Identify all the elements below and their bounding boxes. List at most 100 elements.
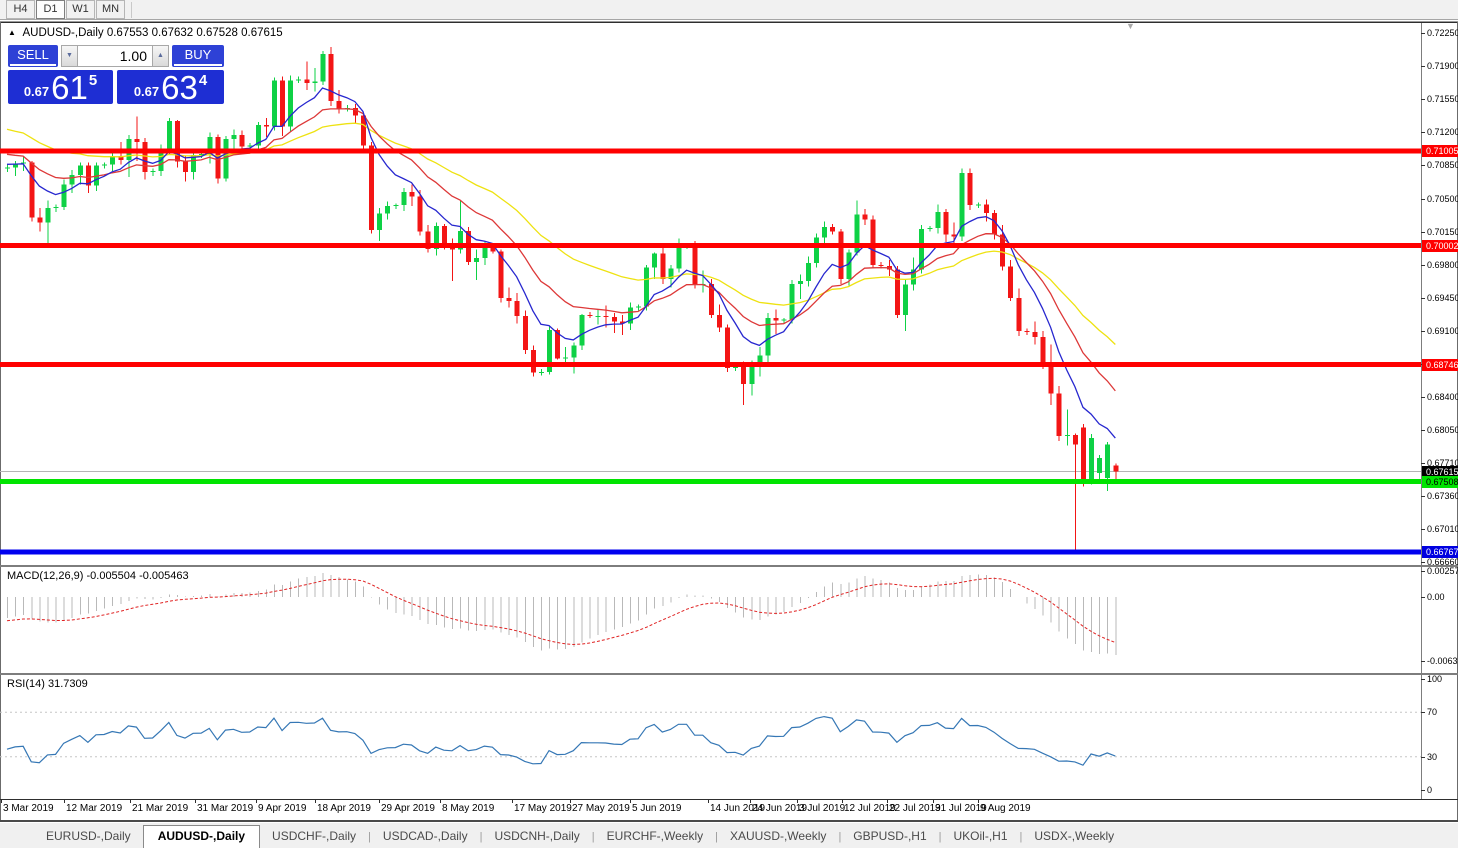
mt4-window: H4 D1 W1 MN ▲ AUDUSD-,Daily 0.67553 0.67632…: [0, 0, 1458, 848]
ma-line: [6, 87, 1116, 439]
price-line-badge: 0.70002: [1422, 239, 1458, 252]
price-axis-tick-label: 0.71550: [1427, 94, 1458, 105]
price-axis-tick: [1421, 597, 1425, 598]
price-axis-tick-label: 0.00: [1427, 592, 1445, 602]
time-axis-tick: [64, 799, 65, 803]
time-axis-tick: [130, 799, 131, 803]
timeframe-button-w1[interactable]: W1: [66, 0, 95, 19]
price-axis-tick: [1421, 790, 1425, 791]
price-axis-tick-label: 0.67360: [1427, 490, 1458, 501]
time-axis-label: 18 Apr 2019: [317, 803, 371, 814]
volume-input[interactable]: [78, 45, 152, 67]
time-axis-tick: [379, 799, 380, 803]
hline-0.68746[interactable]: [0, 362, 1421, 368]
buy-price-main: 63: [161, 69, 198, 106]
sell-price-main: 61: [51, 69, 88, 106]
chart-symbol-label: AUDUSD-,Daily: [22, 27, 104, 39]
price-axis-tick: [1421, 757, 1425, 758]
time-axis-tick: [512, 799, 513, 803]
price-axis-tick: [1421, 231, 1425, 233]
timeframe-button-d1[interactable]: D1: [36, 0, 65, 19]
ma-line: [6, 122, 1116, 345]
price-chart-pane[interactable]: [0, 23, 1421, 565]
buy-price-prefix: 0.67: [133, 84, 160, 99]
time-axis-label: 22 Jul 2019: [889, 803, 941, 814]
tab-ukoil-h1[interactable]: UKOil-,H1: [942, 826, 1020, 848]
time-axis-label: 9 Aug 2019: [980, 803, 1031, 814]
hline-0.66767[interactable]: [0, 549, 1421, 555]
price-axis-tick-label: 0: [1427, 785, 1433, 795]
time-axis-tick: [842, 799, 843, 803]
tab-eurchf-weekly[interactable]: EURCHF-,Weekly: [595, 826, 715, 848]
macd-pane[interactable]: [0, 567, 1421, 673]
time-axis-line: [0, 799, 1458, 800]
price-axis-tick: [1421, 528, 1425, 530]
price-axis-tick-label: 70: [1427, 707, 1438, 717]
price-axis-tick-label: 0.68400: [1427, 392, 1458, 403]
price-axis-tick-label: 0.002574: [1427, 566, 1458, 576]
price-axis-tick: [1421, 66, 1425, 68]
price-axis-tick-label: -0.00632: [1427, 656, 1458, 666]
tab-usdx-weekly[interactable]: USDX-,Weekly: [1022, 826, 1126, 848]
price-axis[interactable]: 0.72250 0.71900 0.71550 0.71200 0.70850 0.705…: [1421, 23, 1458, 820]
price-axis-tick-label: 0.69100: [1427, 326, 1458, 337]
price-axis-tick: [1421, 561, 1425, 563]
rsi-pane[interactable]: [0, 675, 1421, 799]
macd-signal-line: [6, 577, 1116, 646]
hline-0.71005[interactable]: [0, 148, 1421, 154]
sell-price-tile[interactable]: 0.67 61 5: [8, 70, 113, 104]
time-axis-label: 12 Jul 2019: [844, 803, 896, 814]
rsi-line: [6, 715, 1116, 766]
time-axis-tick: [315, 799, 316, 803]
buy-price-tile[interactable]: 0.67 63 4: [117, 70, 224, 104]
timeframe-button-h4[interactable]: H4: [6, 0, 35, 19]
tab-usdchf-daily[interactable]: USDCHF-,Daily: [260, 826, 368, 848]
time-axis-tick: [708, 799, 709, 803]
sell-button[interactable]: SELL: [8, 45, 58, 67]
price-axis-tick: [1421, 712, 1425, 713]
price-axis-tick-label: 0.69800: [1427, 259, 1458, 270]
tab-usdcad-daily[interactable]: USDCAD-,Daily: [371, 826, 480, 848]
time-axis-label: 31 Mar 2019: [197, 803, 254, 814]
price-axis-tick: [1421, 198, 1425, 200]
time-axis-label: 27 May 2019: [572, 803, 630, 814]
one-click-trading-panel: SELL ▼ ▲ BUY 0.67 61 5 0.67 63 4: [8, 45, 224, 104]
time-axis-tick: [256, 799, 257, 803]
time-axis-label: 21 Mar 2019: [132, 803, 189, 814]
buy-button[interactable]: BUY: [172, 45, 224, 67]
tab-gbpusd-h1[interactable]: GBPUSD-,H1: [841, 826, 938, 848]
volume-decrease-icon[interactable]: ▼: [61, 45, 78, 67]
price-axis-tick-label: 0.70150: [1427, 226, 1458, 237]
hline-0.67615[interactable]: [0, 471, 1421, 473]
timeframe-button-mn[interactable]: MN: [96, 0, 125, 19]
time-axis-tick: [1, 799, 2, 803]
time-axis-tick: [797, 799, 798, 803]
macd-indicator-label: MACD(12,26,9) -0.005504 -0.005463: [7, 570, 189, 582]
tab-usdcnh-daily[interactable]: USDCNH-,Daily: [482, 826, 591, 848]
price-axis-tick: [1421, 132, 1425, 134]
chart-shift-marker-icon[interactable]: ▼: [1126, 21, 1135, 31]
price-axis-tick-label: 0.70500: [1427, 193, 1458, 204]
price-axis-tick: [1421, 264, 1425, 266]
time-axis-tick: [750, 799, 751, 803]
toolbar-separator: [131, 1, 132, 18]
buy-price-pip: 4: [198, 72, 208, 89]
chart-collapse-icon[interactable]: ▲: [8, 28, 16, 37]
price-axis-tick: [1421, 495, 1425, 497]
time-axis-label: 29 Apr 2019: [381, 803, 435, 814]
tab-audusd-daily[interactable]: AUDUSD-,Daily: [142, 825, 261, 848]
volume-increase-icon[interactable]: ▲: [152, 45, 169, 67]
hline-0.67508[interactable]: [0, 479, 1421, 485]
price-axis-tick: [1421, 397, 1425, 399]
hline-0.70002[interactable]: [0, 243, 1421, 249]
price-line-badge: 0.68746: [1422, 358, 1458, 371]
sell-price-pip: 5: [88, 72, 98, 89]
tab-eurusd-daily[interactable]: EURUSD-,Daily: [34, 826, 143, 848]
price-axis-tick: [1421, 33, 1425, 34]
time-axis-label: 12 Mar 2019: [66, 803, 123, 814]
price-axis-tick: [1421, 331, 1425, 333]
price-axis-tick: [1421, 571, 1425, 572]
tab-xauusd-weekly[interactable]: XAUUSD-,Weekly: [718, 826, 838, 848]
price-axis-tick: [1421, 661, 1425, 662]
time-axis-tick: [630, 799, 631, 803]
